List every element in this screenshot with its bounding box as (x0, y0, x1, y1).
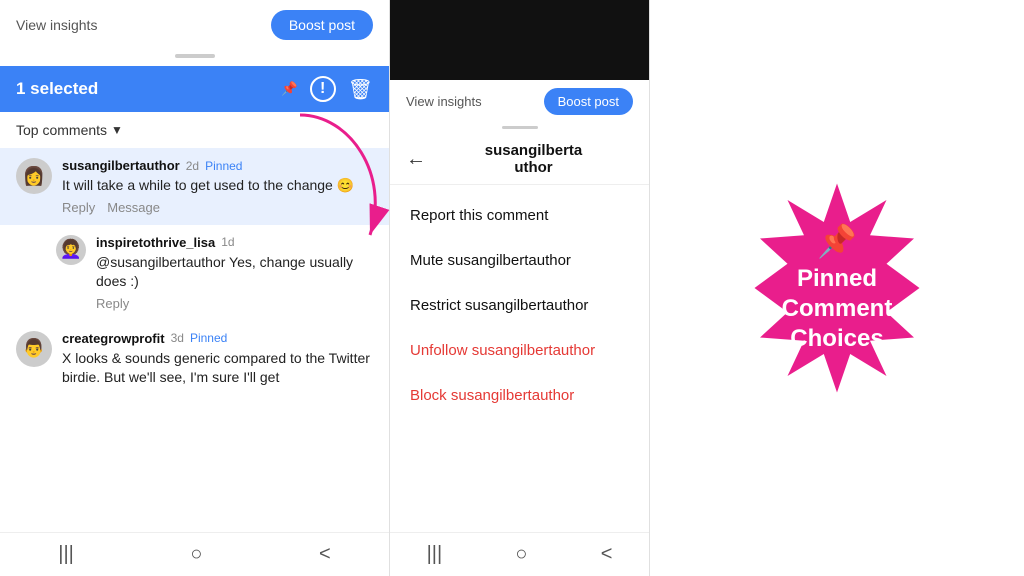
mute-user-option[interactable]: Mute susangilbertauthor (390, 238, 649, 283)
filter-label: Top comments (16, 122, 107, 138)
starburst-badge: 📌 PinnedCommentChoices (727, 178, 947, 398)
comment-header: susangilbertauthor 2d Pinned (62, 158, 373, 173)
left-top-bar: View insights Boost post (0, 0, 389, 50)
pinned-badge: Pinned (190, 331, 227, 345)
comment-text: X looks & sounds generic compared to the… (62, 349, 373, 388)
comment-time: 1d (221, 235, 234, 249)
report-comment-option[interactable]: Report this comment (390, 193, 649, 238)
avatar: 👩 (16, 158, 52, 194)
reply-button[interactable]: Reply (62, 200, 95, 215)
exclaim-icon: ! (310, 76, 336, 102)
comment-item: 👩 susangilbertauthor 2d Pinned It will t… (0, 148, 389, 225)
comment-content: inspiretothrive_lisa 1d @susangilbertaut… (96, 235, 373, 311)
left-phone-panel: View insights Boost post 1 selected 📌 ! … (0, 0, 390, 576)
avatar: 👩‍🦱 (56, 235, 86, 265)
view-insights-button[interactable]: View insights (16, 17, 97, 33)
right-phone-nav: ||| ○ < (390, 532, 649, 576)
comments-filter-button[interactable]: Top comments ▼ (0, 112, 389, 148)
right-scroll-indicator (502, 126, 538, 129)
comment-actions: Reply Message (62, 200, 373, 215)
comment-time: 2d (186, 159, 199, 173)
right-boost-post-button[interactable]: Boost post (544, 88, 633, 115)
annotation-area: 📌 PinnedCommentChoices (650, 0, 1024, 576)
comment-username: susangilbertauthor (62, 158, 180, 173)
nav-back-icon[interactable]: < (319, 543, 331, 566)
filter-arrow-icon: ▼ (111, 123, 123, 137)
nav-home-icon[interactable]: ○ (190, 543, 202, 566)
comment-item: 👨 creategrowprofit 3d Pinned X looks & s… (0, 321, 389, 402)
scroll-indicator (175, 54, 215, 58)
nav-menu-icon[interactable]: ||| (58, 543, 74, 566)
profile-name: susangilbertauthor (434, 142, 633, 176)
back-arrow-icon[interactable]: ← (406, 148, 426, 171)
comment-text: @susangilbertauthor Yes, change usually … (96, 253, 373, 292)
comment-header: creategrowprofit 3d Pinned (62, 331, 373, 346)
nav-home-icon-right[interactable]: ○ (515, 543, 527, 566)
comment-content: creategrowprofit 3d Pinned X looks & sou… (62, 331, 373, 392)
menu-options-list: Report this comment Mute susangilbertaut… (390, 185, 649, 426)
pin-annotation-emoji: 📌 (782, 222, 893, 260)
pinned-badge: Pinned (205, 159, 242, 173)
trash-icon: 🗑 (348, 77, 373, 102)
comment-text: It will take a while to get used to the … (62, 176, 373, 196)
comment-content: susangilbertauthor 2d Pinned It will tak… (62, 158, 373, 215)
report-action-button[interactable]: ! (310, 76, 336, 102)
unfollow-user-option[interactable]: Unfollow susangilbertauthor (390, 328, 649, 373)
message-button[interactable]: Message (107, 200, 160, 215)
comment-item: 👩‍🦱 inspiretothrive_lisa 1d @susangilber… (0, 225, 389, 321)
comment-username: inspiretothrive_lisa (96, 235, 215, 250)
right-top-bar: View insights Boost post (390, 80, 649, 123)
comment-username: creategrowprofit (62, 331, 165, 346)
restrict-user-option[interactable]: Restrict susangilbertauthor (390, 283, 649, 328)
annotation-title: PinnedCommentChoices (782, 264, 893, 354)
black-banner (390, 0, 649, 80)
left-phone-nav: ||| ○ < (0, 532, 389, 576)
reply-button[interactable]: Reply (96, 296, 129, 311)
nav-back-icon-right[interactable]: < (601, 543, 613, 566)
boost-post-button[interactable]: Boost post (271, 10, 373, 40)
pin-icon: 📌 (281, 81, 298, 97)
nav-menu-icon-right[interactable]: ||| (427, 543, 443, 566)
comment-actions: Reply (96, 296, 373, 311)
avatar: 👨 (16, 331, 52, 367)
pin-action-button[interactable]: 📌 (281, 81, 298, 97)
block-user-option[interactable]: Block susangilbertauthor (390, 373, 649, 418)
comment-header: inspiretothrive_lisa 1d (96, 235, 373, 250)
right-phone-panel: View insights Boost post ← susangilberta… (390, 0, 650, 576)
comment-time: 3d (171, 331, 184, 345)
profile-header: ← susangilbertauthor (390, 134, 649, 185)
selected-bar: 1 selected 📌 ! 🗑 (0, 66, 389, 112)
selected-count-label: 1 selected (16, 79, 269, 99)
right-view-insights-button[interactable]: View insights (406, 94, 482, 109)
delete-action-button[interactable]: 🗑 (348, 77, 373, 102)
